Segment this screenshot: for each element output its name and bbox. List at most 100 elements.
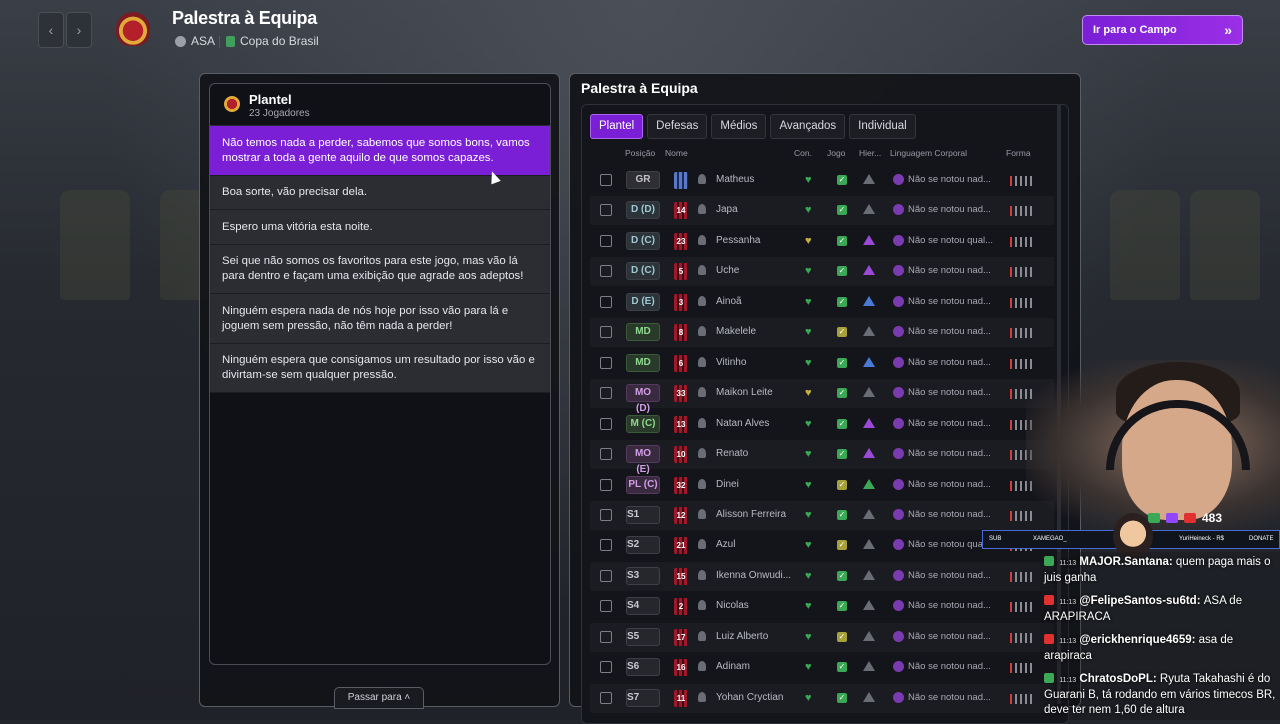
competition-info[interactable]: Copa do Brasil bbox=[226, 34, 319, 48]
table-row[interactable]: S6 16 Adinam ♥ ✓ Não se notou nad... bbox=[590, 653, 1054, 682]
club-info[interactable]: ASA bbox=[175, 34, 215, 48]
col-forma[interactable]: Forma bbox=[1006, 148, 1031, 158]
player-name[interactable]: Pessanha bbox=[716, 235, 760, 246]
hierarchy-icon bbox=[863, 356, 875, 367]
player-name[interactable]: Maikon Leite bbox=[716, 387, 773, 398]
chat-message: 11:13 MAJOR.Santana: quem paga mais o ju… bbox=[1044, 555, 1276, 586]
person-icon bbox=[698, 661, 706, 672]
table-row[interactable]: D (C) 5 Uche ♥ ✓ Não se notou nad... bbox=[590, 257, 1054, 287]
table-row[interactable]: S4 2 Nicolas ♥ ✓ Não se notou nad... bbox=[590, 592, 1054, 621]
table-row[interactable]: D (D) 14 Japa ♥ ✓ Não se notou nad... bbox=[590, 196, 1054, 226]
body-language-icon bbox=[893, 569, 904, 581]
back-arrow-icon[interactable]: ‹ bbox=[38, 12, 64, 48]
row-checkbox[interactable] bbox=[600, 295, 612, 308]
player-name[interactable]: Yohan Cryctian bbox=[716, 692, 783, 703]
table-row[interactable]: MD 8 Makelele ♥ ✓ Não se notou nad... bbox=[590, 318, 1054, 348]
col-posicao[interactable]: Posição bbox=[625, 148, 655, 158]
body-language-icon bbox=[893, 448, 904, 460]
person-icon bbox=[698, 478, 706, 489]
table-row[interactable]: PL (C) 32 Dinei ♥ ✓ Não se notou nad... bbox=[590, 471, 1054, 500]
player-name[interactable]: Vitinho bbox=[716, 357, 746, 368]
col-linguagem[interactable]: Linguagem Corporal bbox=[890, 148, 967, 158]
talk-option[interactable]: Sei que não somos os favoritos para este… bbox=[210, 245, 550, 294]
talk-option[interactable]: Não temos nada a perder, sabemos que som… bbox=[210, 126, 550, 176]
position-badge: S7 bbox=[626, 688, 660, 707]
shirt-number: 14 bbox=[674, 202, 688, 220]
table-row[interactable]: D (E) 3 Ainoã ♥ ✓ Não se notou nad... bbox=[590, 288, 1054, 317]
tab-defesas[interactable]: Defesas bbox=[647, 114, 708, 139]
row-checkbox[interactable] bbox=[600, 478, 612, 491]
table-row[interactable]: S5 17 Luiz Alberto ♥ ✓ Não se notou nad... bbox=[590, 622, 1054, 652]
body-language: Não se notou nad... bbox=[893, 387, 991, 399]
row-checkbox[interactable] bbox=[600, 661, 612, 674]
table-row[interactable]: M (C) 13 Natan Alves ♥ ✓ Não se notou nad... bbox=[590, 410, 1054, 439]
go-to-pitch-button[interactable]: Ir para o Campo » bbox=[1082, 15, 1243, 45]
table-row[interactable]: GR Matheus ♥ ✓ Não se notou nad... bbox=[590, 166, 1054, 195]
col-con[interactable]: Con. bbox=[794, 148, 812, 158]
player-name[interactable]: Natan Alves bbox=[716, 418, 769, 429]
table-row[interactable]: S7 11 Yohan Cryctian ♥ ✓ Não se notou nad... bbox=[590, 683, 1054, 713]
player-name[interactable]: Uche bbox=[716, 265, 739, 276]
table-row[interactable]: MD 6 Vitinho ♥ ✓ Não se notou nad... bbox=[590, 349, 1054, 378]
shirt-number bbox=[674, 172, 688, 189]
row-checkbox[interactable] bbox=[600, 265, 612, 278]
table-row[interactable]: MO (D) 33 Maikon Leite ♥ ✓ Não se notou nad..… bbox=[590, 379, 1054, 414]
row-checkbox[interactable] bbox=[600, 387, 612, 400]
table-row[interactable]: S3 15 Ikenna Onwudi... ♥ ✓ Não se notou nad..… bbox=[590, 561, 1054, 591]
player-name[interactable]: Ikenna Onwudi... bbox=[716, 570, 791, 581]
row-checkbox[interactable] bbox=[600, 326, 612, 339]
row-checkbox[interactable] bbox=[600, 234, 612, 247]
shirt-number: 23 bbox=[674, 232, 688, 250]
row-checkbox[interactable] bbox=[600, 174, 612, 186]
player-name[interactable]: Makelele bbox=[716, 326, 756, 337]
forward-arrow-icon[interactable]: › bbox=[66, 12, 92, 48]
row-checkbox[interactable] bbox=[600, 600, 612, 613]
player-name[interactable]: Japa bbox=[716, 204, 738, 215]
row-checkbox[interactable] bbox=[600, 630, 612, 643]
player-name[interactable]: Dinei bbox=[716, 479, 739, 490]
match-status-icon: ✓ bbox=[837, 601, 847, 612]
tab-plantel[interactable]: Plantel bbox=[590, 114, 644, 139]
player-table: Plantel Defesas Médios Avançados Individ… bbox=[581, 104, 1069, 724]
heart-icon: ♥ bbox=[805, 539, 812, 552]
row-checkbox[interactable] bbox=[600, 539, 612, 552]
talk-option[interactable]: Ninguém espera nada de nós hoje por isso… bbox=[210, 294, 550, 344]
table-row[interactable]: MO (E) 10 Renato ♥ ✓ Não se notou nad... bbox=[590, 440, 1054, 475]
table-row[interactable]: S1 12 Alisson Ferreira ♥ ✓ Não se notou nad..… bbox=[590, 500, 1054, 530]
row-checkbox[interactable] bbox=[600, 448, 612, 461]
tab-individual[interactable]: Individual bbox=[849, 114, 916, 139]
position-badge: S1 bbox=[626, 505, 660, 524]
row-checkbox[interactable] bbox=[600, 569, 612, 582]
chat-time: 11:13 bbox=[1059, 638, 1077, 645]
col-hier[interactable]: Hier... bbox=[859, 148, 881, 158]
person-icon bbox=[698, 387, 706, 398]
player-name[interactable]: Luiz Alberto bbox=[716, 631, 768, 642]
passar-para-button[interactable]: Passar para ˄ bbox=[334, 687, 424, 709]
table-header: Posição Nome Con. Jogo Hier... Linguagem… bbox=[582, 148, 1062, 162]
row-checkbox[interactable] bbox=[600, 691, 612, 704]
row-checkbox[interactable] bbox=[600, 204, 612, 217]
heart-icon: ♥ bbox=[805, 661, 812, 674]
player-name[interactable]: Matheus bbox=[716, 174, 754, 185]
col-nome[interactable]: Nome bbox=[665, 148, 688, 158]
body-language: Não se notou qual... bbox=[893, 234, 993, 246]
player-name[interactable]: Azul bbox=[716, 539, 735, 550]
table-row[interactable]: D (C) 23 Pessanha ♥ ✓ Não se notou qual... bbox=[590, 227, 1054, 256]
tab-medios[interactable]: Médios bbox=[711, 114, 767, 139]
body-language: Não se notou nad... bbox=[893, 630, 991, 642]
talk-option[interactable]: Ninguém espera que consigamos um resulta… bbox=[210, 344, 550, 393]
row-checkbox[interactable] bbox=[600, 508, 612, 521]
player-name[interactable]: Renato bbox=[716, 448, 748, 459]
col-jogo[interactable]: Jogo bbox=[827, 148, 845, 158]
row-checkbox[interactable] bbox=[600, 417, 612, 430]
player-name[interactable]: Adinam bbox=[716, 661, 750, 672]
player-name[interactable]: Alisson Ferreira bbox=[716, 509, 786, 520]
talk-options-list: Plantel 23 Jogadores Não temos nada a pe… bbox=[209, 83, 551, 665]
row-checkbox[interactable] bbox=[600, 356, 612, 369]
tab-avancados[interactable]: Avançados bbox=[770, 114, 846, 139]
chat-user: ChratosDoPL: bbox=[1079, 673, 1157, 685]
player-name[interactable]: Nicolas bbox=[716, 600, 749, 611]
talk-option[interactable]: Espero uma vitória esta noite. bbox=[210, 210, 550, 245]
player-name[interactable]: Ainoã bbox=[716, 296, 742, 307]
body-language-icon bbox=[893, 326, 904, 338]
